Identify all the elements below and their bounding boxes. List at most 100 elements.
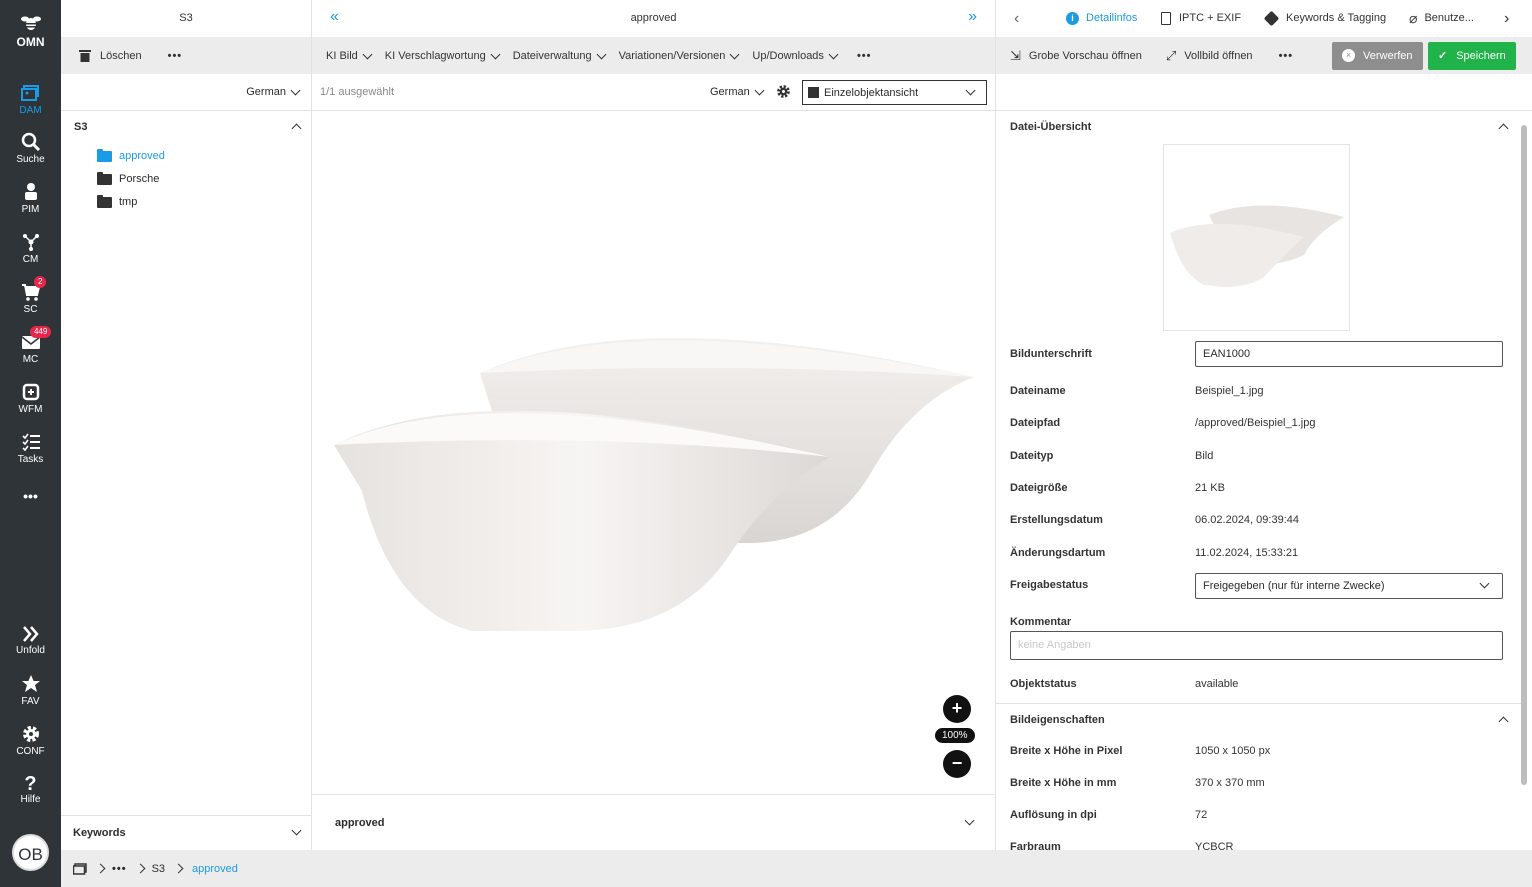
nav-sc-label: SC: [23, 304, 38, 315]
nav-fav[interactable]: FAV: [0, 674, 61, 720]
tab-keywords-tagging[interactable]: Keywords & Tagging: [1263, 0, 1386, 37]
delete-button[interactable]: Löschen: [79, 49, 142, 62]
comment-input[interactable]: keine Angaben: [1010, 631, 1503, 660]
folder-lang-bar: German: [61, 74, 311, 111]
collapse-section-icon[interactable]: [1498, 716, 1509, 727]
updownloads-menu[interactable]: Up/Downloads: [752, 49, 843, 62]
prop-label: Breite x Höhe in mm: [1010, 777, 1117, 789]
single-view-icon: [808, 87, 819, 98]
folder-accordion[interactable]: approved: [312, 794, 995, 850]
nav-more[interactable]: •••: [0, 488, 61, 534]
keywords-section[interactable]: Keywords: [61, 815, 311, 850]
caption-input[interactable]: EAN1000: [1195, 341, 1503, 367]
detail-toolbar: ⇲ Grobe Vorschau öffnen ⤢ Vollbild öffnen …: [996, 37, 1532, 74]
save-button[interactable]: ✓ Speichern: [1428, 41, 1516, 70]
menu-label: Up/Downloads: [752, 49, 824, 62]
breadcrumb-approved[interactable]: approved: [192, 863, 238, 875]
chevron-down-icon: [965, 85, 976, 96]
folder-porsche[interactable]: Porsche: [97, 171, 159, 187]
nav-search[interactable]: Suche: [0, 132, 61, 178]
thumbnail[interactable]: [1163, 144, 1350, 331]
field-value: 21 KB: [1195, 482, 1225, 494]
collapse-tree-icon[interactable]: [291, 123, 302, 134]
object-status-value: available: [1195, 678, 1239, 690]
folder-icon: [97, 171, 112, 185]
object-status-label: Objektstatus: [1010, 678, 1077, 690]
folder-tmp[interactable]: tmp: [97, 194, 137, 210]
release-status-select[interactable]: Freigegeben (nur für interne Zwecke): [1195, 573, 1503, 599]
expand-right-icon[interactable]: »: [968, 8, 977, 26]
collapse-left-icon[interactable]: «: [330, 8, 339, 26]
nav-sc[interactable]: SC 2: [0, 276, 61, 328]
tabs-next-icon[interactable]: ›: [1504, 0, 1509, 37]
collapse-section-icon[interactable]: [1498, 123, 1509, 134]
breadcrumb-s3[interactable]: S3: [152, 863, 165, 875]
language-select[interactable]: German: [246, 85, 301, 98]
nav-conf[interactable]: CONF: [0, 724, 61, 770]
asset-panel-title: approved: [630, 12, 677, 24]
field-label: Dateityp: [1010, 450, 1054, 462]
ki-bild-menu[interactable]: KI Bild: [326, 49, 377, 62]
expand-icon: ⤢: [1165, 47, 1177, 63]
nav-tasks[interactable]: Tasks: [0, 432, 61, 478]
tab-label: Benutze...: [1424, 12, 1474, 24]
nav-pim-label: PIM: [21, 204, 40, 215]
nav-unfold[interactable]: Unfold: [0, 625, 61, 671]
gear-icon: [22, 726, 39, 742]
nav-dam[interactable]: DAM: [0, 83, 61, 129]
user-avatar[interactable]: OB: [12, 834, 49, 871]
tabs-prev-icon[interactable]: ‹: [1014, 0, 1019, 37]
tab-detailinfos[interactable]: i Detailinfos: [1066, 0, 1137, 37]
help-icon: ?: [24, 773, 37, 795]
tree-root[interactable]: S3: [74, 121, 87, 133]
omn-logo[interactable]: OMN: [0, 12, 61, 49]
field-label: Erstellungsdatum: [1010, 514, 1103, 526]
nav-pim[interactable]: PIM: [0, 182, 61, 228]
full-image-button[interactable]: ⤢ Vollbild öffnen: [1166, 48, 1253, 64]
compress-icon: ⇲: [1010, 47, 1021, 63]
tag-icon: [1263, 10, 1280, 27]
image-preview[interactable]: + 100% −: [312, 111, 995, 793]
prop-value: 72: [1195, 809, 1208, 821]
prop-label: Farbraum: [1010, 841, 1061, 850]
file-management-menu[interactable]: Dateiverwaltung: [513, 49, 611, 62]
dam-icon[interactable]: [73, 862, 87, 875]
nav-help-label: Hilfe: [20, 794, 41, 805]
breadcrumb-more[interactable]: •••: [112, 863, 127, 875]
discard-button[interactable]: × Verwerfen: [1332, 41, 1423, 70]
nav-help[interactable]: ? Hilfe: [0, 774, 61, 820]
nav-mc[interactable]: MC 449: [0, 326, 61, 378]
tab-iptc-exif[interactable]: IPTC + EXIF: [1161, 0, 1241, 37]
breadcrumb: ••• S3 approved: [61, 850, 1532, 887]
view-mode-label: Einzelobjektansicht: [824, 86, 919, 99]
dam-icon: [20, 85, 39, 101]
coarse-preview-button[interactable]: ⇲ Grobe Vorschau öffnen: [1010, 48, 1142, 64]
asset-more-button[interactable]: •••: [857, 50, 872, 62]
folder-more-button[interactable]: •••: [168, 50, 183, 62]
file-overview-heading: Datei-Übersicht: [1010, 121, 1092, 133]
field-value: Bild: [1195, 450, 1214, 462]
chevron-right-icon: [173, 863, 184, 874]
ki-keywording-menu[interactable]: KI Verschlagwortung: [385, 49, 505, 62]
zoom-out-button[interactable]: −: [943, 750, 971, 778]
settings-gear-icon[interactable]: [776, 84, 791, 99]
variations-menu[interactable]: Variationen/Versionen: [619, 49, 745, 62]
view-mode-select[interactable]: Einzelobjektansicht: [802, 80, 987, 105]
chevron-down-icon: [754, 85, 765, 96]
nav-cm[interactable]: CM: [0, 232, 61, 278]
zoom-in-button[interactable]: +: [943, 695, 971, 723]
nav-dam-label: DAM: [19, 105, 42, 116]
detail-more-button[interactable]: •••: [1279, 50, 1294, 62]
asset-language-select[interactable]: German: [710, 85, 769, 98]
chevron-down-icon: [964, 815, 975, 826]
full-image-label: Vollbild öffnen: [1184, 49, 1253, 62]
detail-scrollbar[interactable]: [1521, 125, 1527, 785]
field-label: Dateipfad: [1010, 417, 1061, 429]
tab-user[interactable]: ⌀ Benutze...: [1409, 0, 1474, 37]
folder-toolbar: Löschen •••: [61, 37, 311, 74]
prop-value: 1050 x 1050 px: [1195, 745, 1271, 757]
nav-wfm[interactable]: WFM: [0, 382, 61, 428]
folder-approved[interactable]: approved: [97, 148, 165, 164]
folder-label: approved: [119, 150, 165, 162]
caption-label: Bildunterschrift: [1010, 348, 1092, 360]
